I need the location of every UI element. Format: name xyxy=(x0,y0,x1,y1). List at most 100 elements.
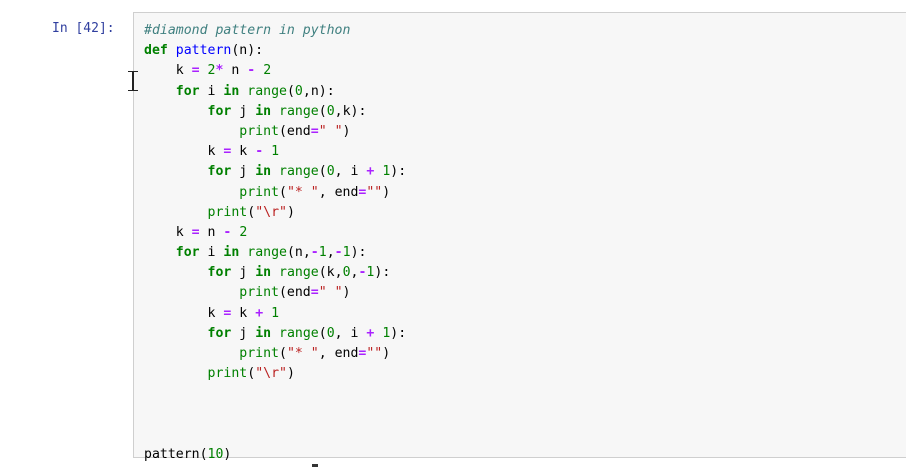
code-token: ): xyxy=(374,265,391,281)
code-token: = xyxy=(191,224,200,240)
code-token: range xyxy=(247,245,287,261)
code-token: in xyxy=(255,164,272,180)
code-token: 1 xyxy=(271,305,280,321)
code-token: #diamond pattern in python xyxy=(144,23,351,38)
code-token: for xyxy=(207,164,232,180)
code-token: = xyxy=(310,285,319,301)
code-token: "" xyxy=(366,184,383,200)
code-token: (n, xyxy=(286,245,311,261)
code-token: ( xyxy=(247,204,256,220)
code-token: i xyxy=(199,83,224,99)
code-token: 1 xyxy=(318,245,327,261)
code-token: j xyxy=(231,103,256,119)
code-line: print("\r") xyxy=(144,364,406,384)
code-token: for xyxy=(175,245,200,261)
code-token: pattern( xyxy=(144,446,208,462)
code-token: def xyxy=(144,43,168,59)
code-token: j xyxy=(231,265,256,281)
code-line: print(end=" ") xyxy=(144,122,406,142)
code-token: - xyxy=(310,245,319,261)
code-token: "\r" xyxy=(255,366,287,382)
code-line: print("* ", end="") xyxy=(144,344,406,364)
input-prompt: In [42]: xyxy=(52,21,115,36)
code-token: k xyxy=(144,63,192,79)
code-token: 0 xyxy=(326,164,335,180)
code-token: range xyxy=(279,103,319,119)
code-line: k = 2* n - 2 xyxy=(144,61,406,81)
code-token: j xyxy=(231,325,256,341)
code-token: "* " xyxy=(286,346,319,361)
code-token: ,k): xyxy=(334,103,367,119)
code-text[interactable]: #diamond pattern in python def pattern(n)… xyxy=(144,21,406,465)
code-line: k = k - 1 xyxy=(144,142,406,162)
code-token: 0 xyxy=(294,83,303,99)
code-token: k xyxy=(144,144,224,160)
code-line: #diamond pattern in python xyxy=(144,21,406,41)
code-token: range xyxy=(279,164,319,180)
code-token: 10 xyxy=(207,446,224,462)
code-token: (n): xyxy=(231,43,264,59)
code-token: range xyxy=(247,83,287,99)
code-token: "" xyxy=(366,346,383,361)
code-token: in xyxy=(255,325,272,341)
code-line: for i in range(n,-1,-1): xyxy=(144,243,406,263)
code-token: ) xyxy=(286,366,295,382)
code-token: (end xyxy=(278,123,311,139)
code-token: for xyxy=(207,103,232,119)
code-token: k xyxy=(231,305,256,321)
code-token: ( xyxy=(318,325,327,341)
code-token: print xyxy=(207,204,248,220)
code-token: print xyxy=(239,184,279,200)
code-token: for xyxy=(207,265,232,281)
code-token: in xyxy=(255,103,272,119)
code-token: 1 xyxy=(271,144,280,160)
code-token: ) xyxy=(286,204,295,220)
code-token: ,n): xyxy=(302,83,335,99)
code-token: " " xyxy=(318,285,343,301)
code-token: print xyxy=(207,366,248,382)
code-token: ) xyxy=(342,285,351,301)
code-token: 2 xyxy=(207,63,216,79)
code-token: (end xyxy=(278,285,311,301)
code-line: for j in range(0, i + 1): xyxy=(144,324,407,344)
code-line: for j in range(k,0,-1): xyxy=(144,263,406,283)
code-token: ( xyxy=(318,164,327,180)
code-line: print(end=" ") xyxy=(144,283,406,303)
code-token: 0 xyxy=(326,325,335,341)
code-token: n xyxy=(199,224,224,240)
code-token: k xyxy=(231,144,256,160)
code-token: k xyxy=(144,224,192,240)
code-token: 0 xyxy=(326,103,335,119)
code-token: + xyxy=(255,305,264,321)
code-token: , i xyxy=(334,164,367,180)
code-token: ) xyxy=(382,184,391,200)
code-token: ( xyxy=(247,366,256,382)
code-token: = xyxy=(191,63,200,79)
code-cell[interactable]: In [42]: #diamond pattern in python def p… xyxy=(0,0,906,470)
code-token: - xyxy=(255,144,264,160)
code-token: = xyxy=(310,123,319,139)
code-token: print xyxy=(239,123,279,139)
code-token: , end xyxy=(318,184,359,200)
code-line: def pattern(n): xyxy=(144,41,406,61)
code-token: pattern xyxy=(175,43,232,59)
code-editor[interactable]: #diamond pattern in python def pattern(n)… xyxy=(133,12,906,462)
code-line: k = n - 2 xyxy=(144,223,406,243)
code-token: ) xyxy=(223,446,232,462)
